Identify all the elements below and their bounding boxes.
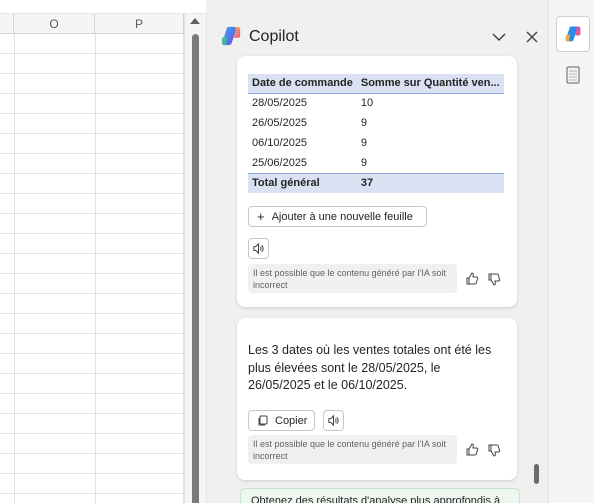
spreadsheet-area: O P (0, 0, 206, 503)
right-rail (548, 0, 594, 503)
thumbs-down-button[interactable] (486, 442, 502, 458)
copilot-pane: Copilot Date de commande Somme sur Quant… (206, 14, 548, 503)
thumbs-up-icon (466, 272, 479, 285)
grid-row-line (0, 473, 184, 474)
rail-sheet-button[interactable] (556, 57, 590, 93)
grid-row-line (0, 393, 184, 394)
thumbs-down-icon (488, 444, 501, 457)
thumbs-down-icon (488, 273, 501, 286)
ai-disclaimer: Il est possible que le contenu généré pa… (248, 264, 457, 293)
grid-row-line (0, 253, 184, 254)
thumbs-down-button[interactable] (486, 271, 502, 287)
table-cell-date: 25/06/2025 (252, 156, 308, 169)
grid-row-line (0, 493, 184, 494)
copy-icon (258, 415, 268, 425)
ai-disclaimer: Il est possible que le contenu généré pa… (248, 435, 457, 464)
grid-row-line (0, 53, 184, 54)
table-row: 26/05/2025 9 (248, 113, 504, 133)
formula-strip (0, 0, 206, 14)
speaker-icon (253, 242, 264, 255)
cell-grid[interactable] (0, 34, 184, 503)
answer-text: Les 3 dates où les ventes totales ont ét… (248, 343, 492, 392)
grid-row-line (0, 113, 184, 114)
speaker-icon (328, 414, 339, 427)
grid-row-line (0, 73, 184, 74)
column-header-o[interactable]: O (14, 14, 95, 34)
table-header-date: Date de commande (248, 74, 357, 94)
copilot-response-card-table: Date de commande Somme sur Quantité ven.… (237, 56, 517, 307)
app-window: O P Copilot Date de commande Somme sur Q… (0, 0, 594, 503)
copilot-logo-icon (221, 26, 241, 46)
table-cell-quantity: 10 (360, 97, 374, 110)
read-aloud-button[interactable] (323, 410, 344, 431)
table-header-row: Date de commande Somme sur Quantité ven.… (248, 74, 504, 94)
copy-button[interactable]: Copier (248, 410, 315, 431)
table-row: 25/06/2025 9 (248, 153, 504, 173)
grid-row-line (0, 273, 184, 274)
table-total-row: Total général 37 (248, 172, 504, 193)
table-total-value: 37 (356, 172, 504, 193)
close-pane-button[interactable] (522, 27, 542, 47)
sheet-vertical-scrollbar[interactable] (184, 14, 206, 503)
table-total-label: Total général (248, 172, 357, 193)
pivot-table: Date de commande Somme sur Quantité ven.… (248, 74, 504, 193)
sheet-icon (566, 66, 580, 84)
scrollbar-thumb[interactable] (192, 34, 199, 503)
grid-row-line (0, 133, 184, 134)
add-to-new-sheet-label: Ajouter à une nouvelle feuille (271, 210, 413, 223)
read-aloud-button[interactable] (248, 238, 269, 259)
upsell-banner[interactable]: Obtenez des résultats d'analyse plus app… (240, 488, 520, 503)
table-cell-date: 26/05/2025 (252, 117, 308, 129)
copilot-icon (565, 26, 581, 42)
grid-row-line (0, 353, 184, 354)
rail-copilot-button[interactable] (556, 16, 590, 52)
grid-row-line (0, 233, 184, 234)
table-cell-quantity: 9 (360, 117, 367, 129)
grid-row-line (0, 433, 184, 434)
table-row: 06/10/2025 9 (248, 133, 504, 153)
thumbs-up-icon (466, 443, 479, 456)
copilot-header: Copilot (207, 14, 548, 60)
chevron-down-icon (492, 33, 506, 42)
grid-row-line (0, 293, 184, 294)
grid-row-line (0, 153, 184, 154)
grid-row-line (0, 313, 184, 314)
grid-row-line (0, 373, 184, 374)
table-cell-date: 06/10/2025 (252, 137, 308, 149)
table-header-quantity: Somme sur Quantité ven... (356, 74, 504, 94)
thumbs-up-button[interactable] (464, 442, 480, 458)
grid-row-line (0, 173, 184, 174)
column-header-p[interactable]: P (95, 14, 184, 34)
grid-row-line (0, 333, 184, 334)
table-row: 28/05/2025 10 (248, 93, 504, 113)
copilot-title: Copilot (249, 28, 299, 45)
pane-scrollbar-thumb[interactable] (534, 464, 539, 484)
copilot-response-card-answer: Les 3 dates où les ventes totales ont ét… (237, 318, 517, 480)
table-cell-quantity: 9 (360, 137, 367, 149)
add-to-new-sheet-button[interactable]: + Ajouter à une nouvelle feuille (248, 206, 427, 227)
table-cell-date: 28/05/2025 (252, 97, 308, 110)
close-icon (526, 31, 538, 43)
column-header-partial[interactable] (0, 14, 14, 34)
copy-label: Copier (275, 414, 308, 427)
thumbs-up-button[interactable] (464, 271, 480, 287)
column-headers: O P (0, 14, 184, 34)
grid-row-line (0, 413, 184, 414)
scroll-up-arrow-icon[interactable] (190, 18, 200, 24)
plus-icon: + (257, 209, 265, 224)
collapse-button[interactable] (489, 27, 509, 47)
table-cell-quantity: 9 (360, 156, 367, 169)
pane-top-strip (206, 0, 548, 14)
grid-row-line (0, 453, 184, 454)
grid-row-line (0, 93, 184, 94)
grid-row-line (0, 193, 184, 194)
grid-row-line (0, 213, 184, 214)
